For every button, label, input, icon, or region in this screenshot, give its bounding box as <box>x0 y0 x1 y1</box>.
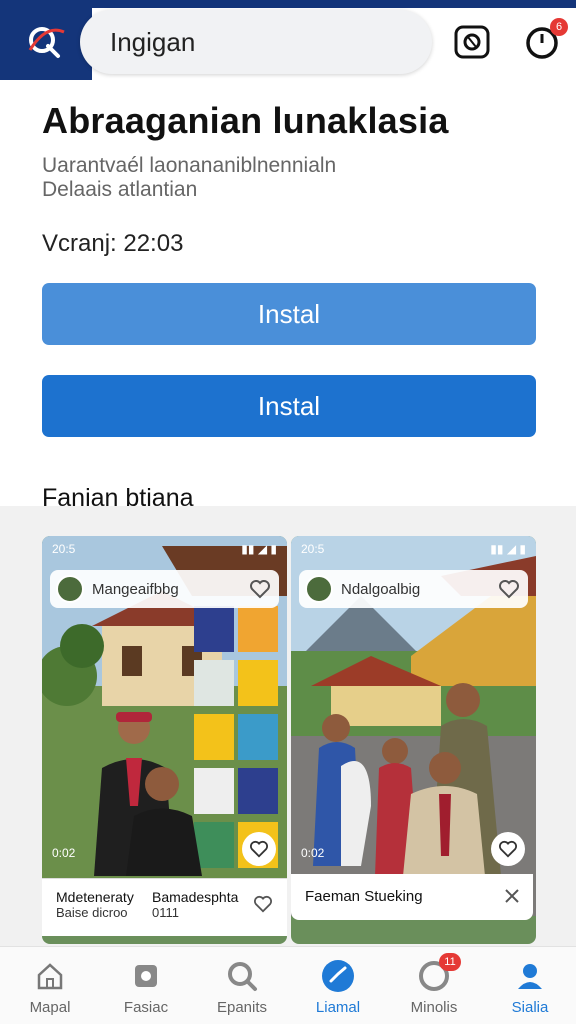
heart-icon <box>250 840 268 858</box>
app-description: Uarantvaél laonananiblnennialn Delaais a… <box>42 154 522 202</box>
caption-title-1: Mdeteneraty <box>56 889 134 905</box>
screenshot-card-1[interactable]: 20:5 ▮▮ ◢ ▮ Mangeaifbbg 0:02 Mdeteneraty… <box>42 536 287 944</box>
app-logo-icon[interactable] <box>0 0 92 80</box>
signal-icon: ▮▮ ◢ ▮ <box>490 542 526 556</box>
avatar <box>305 575 333 603</box>
home-icon <box>33 959 67 993</box>
install-button-secondary[interactable]: Instal <box>42 375 536 437</box>
account-name: Mangeaifbbg <box>92 580 179 598</box>
signal-icon: ▮▮ ◢ ▮ <box>241 542 277 556</box>
nav-item-home[interactable]: Mapal <box>2 947 98 1024</box>
heart-icon[interactable] <box>253 895 273 913</box>
lens-icon[interactable] <box>452 22 492 62</box>
store-icon <box>129 959 163 993</box>
search-field[interactable]: Ingigan <box>80 10 432 74</box>
alarm-icon[interactable]: 6 <box>522 18 568 62</box>
card-caption: Faeman Stueking <box>291 874 533 920</box>
heart-icon[interactable] <box>496 579 522 599</box>
status-time: 20:5 <box>301 542 325 556</box>
notification-badge: 6 <box>550 18 568 36</box>
like-button[interactable] <box>242 832 276 866</box>
nav-label-store: Fasiac <box>123 999 169 1016</box>
bottom-navigation: Mapal Fasiac Epanits Liamal 11 Minolis S… <box>0 946 576 1024</box>
nav-item-search[interactable]: Epanits <box>194 947 290 1024</box>
status-bar: 20:5 ▮▮ ◢ ▮ <box>301 542 526 558</box>
nav-label-search: Epanits <box>216 999 268 1016</box>
app-title: Abraaganian lunaklasia <box>42 100 449 141</box>
app-store-page: Ingigan 6 Abraaganian lunaklasia Uarantv… <box>0 0 576 1024</box>
close-icon[interactable] <box>503 887 521 905</box>
library-icon <box>321 959 355 993</box>
like-button[interactable] <box>491 832 525 866</box>
video-duration: 0:02 <box>52 846 76 860</box>
install-button-primary[interactable]: Instal <box>42 283 536 345</box>
search-icon <box>225 959 259 993</box>
nav-label-home: Mapal <box>29 999 71 1016</box>
description-line-2: Delaais atlantian <box>42 178 198 201</box>
heart-icon[interactable] <box>247 579 273 599</box>
screenshot-card-2[interactable]: 20:5 ▮▮ ◢ ▮ Ndalgoalbig 0:02 Faeman Stue… <box>291 536 536 944</box>
nav-label-library: Liamal <box>315 999 361 1016</box>
version-text: Vcranj: 22:03 <box>42 230 184 257</box>
card-caption: Mdeteneraty Baise dicroo Bamadesphta 011… <box>42 878 287 936</box>
status-bar: 20:5 ▮▮ ◢ ▮ <box>52 542 277 558</box>
status-time: 20:5 <box>52 542 76 556</box>
header-bar: Ingigan 6 <box>0 0 576 80</box>
profile-icon <box>513 959 547 993</box>
notifications-icon: 11 <box>417 953 461 993</box>
caption-title: Faeman Stueking <box>305 888 423 905</box>
nav-item-notifications[interactable]: 11 Minolis <box>386 947 482 1024</box>
account-name: Ndalgoalbig <box>341 580 421 598</box>
avatar <box>56 575 84 603</box>
caption-sub-2: 0111 <box>152 905 179 920</box>
caption-sub-1: Baise dicroo <box>56 905 128 920</box>
nav-item-profile[interactable]: Sialia <box>482 947 576 1024</box>
heart-icon <box>499 840 517 858</box>
caption-title-2: Bamadesphta <box>152 889 239 905</box>
nav-item-library[interactable]: Liamal <box>290 947 386 1024</box>
nav-label-notifications: Minolis <box>410 999 458 1016</box>
gallery-title: Fanian btiana <box>42 484 194 512</box>
nav-label-profile: Sialia <box>511 999 549 1016</box>
post-header: Ndalgoalbig <box>299 570 528 608</box>
nav-badge: 11 <box>439 953 461 971</box>
nav-item-store[interactable]: Fasiac <box>98 947 194 1024</box>
post-header: Mangeaifbbg <box>50 570 279 608</box>
video-duration: 0:02 <box>301 846 325 860</box>
search-text: Ingigan <box>110 26 196 57</box>
description-line-1: Uarantvaél laonananiblnennialn <box>42 154 337 177</box>
